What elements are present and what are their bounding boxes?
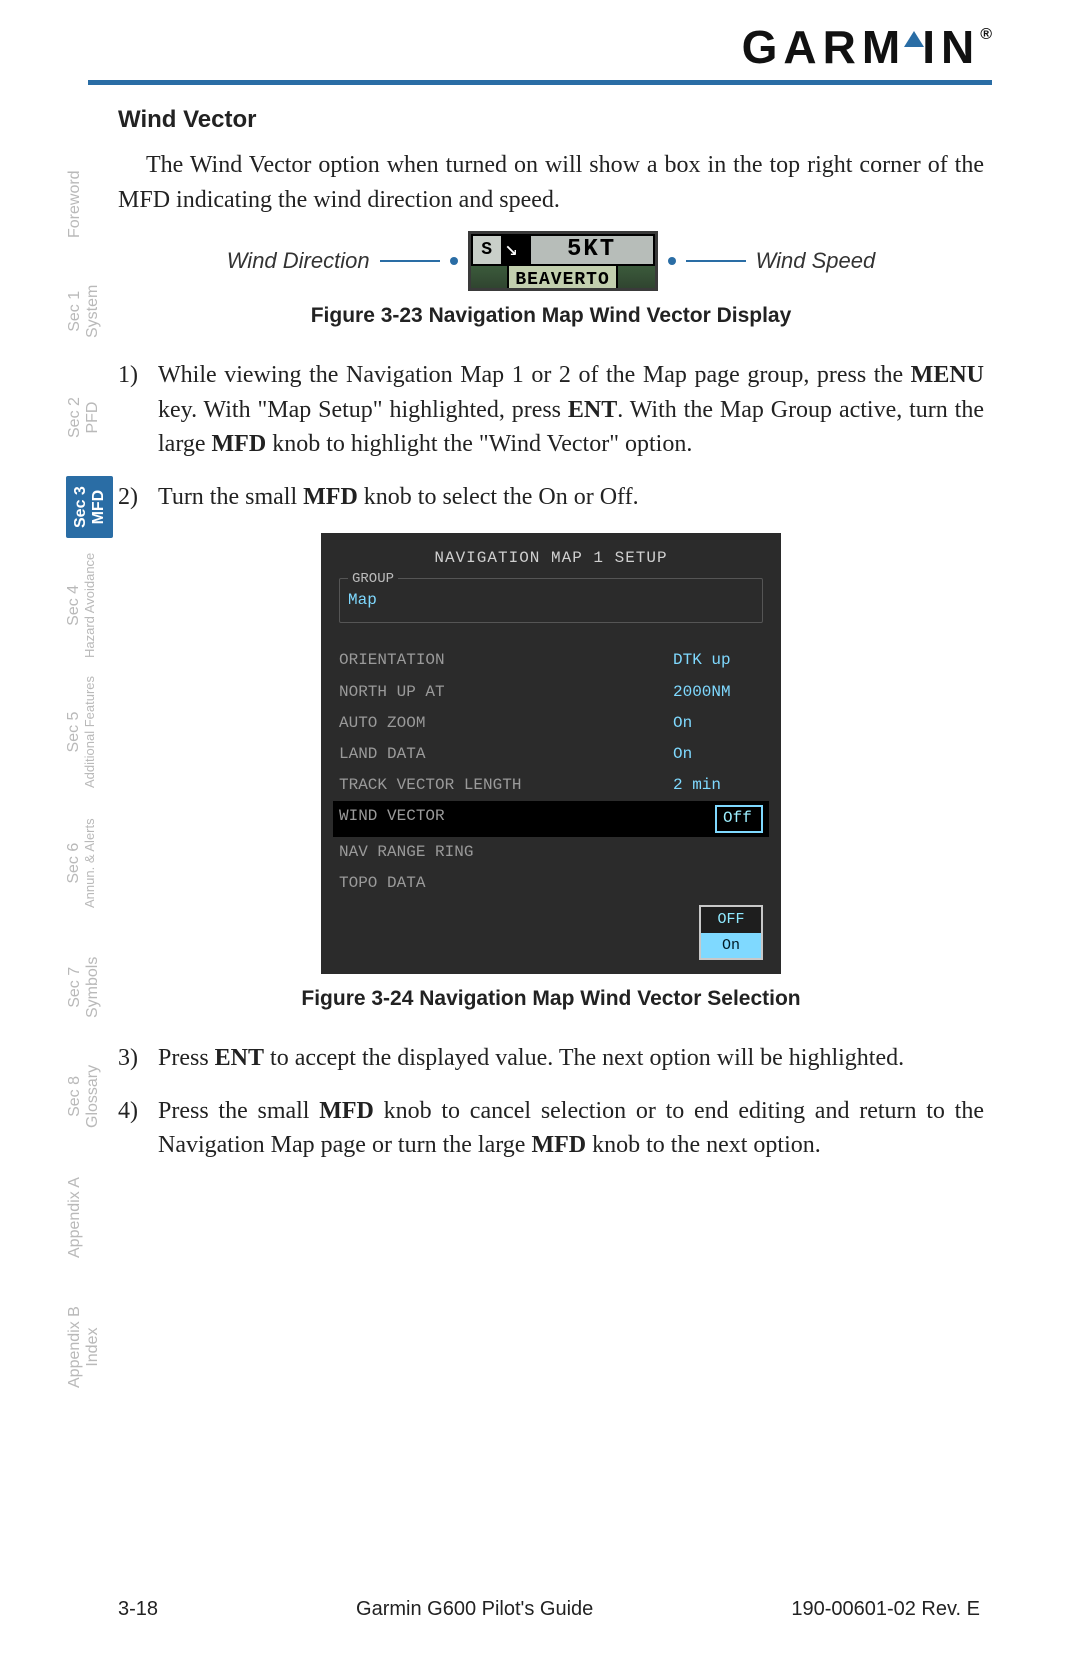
tab-sec2: Sec 2PFD (66, 397, 101, 438)
step-4: 4) Press the small MFD knob to cancel se… (118, 1094, 984, 1164)
figure-3-24-caption: Figure 3-24 Navigation Map Wind Vector S… (118, 984, 984, 1014)
wind-speed-label: Wind Speed (756, 245, 876, 277)
dropdown-option-off: OFF (701, 907, 761, 933)
brand-logo: GARMIN® (742, 20, 992, 74)
step-4-text: Press the small MFD knob to cancel selec… (158, 1094, 984, 1164)
intro-paragraph: The Wind Vector option when turned on wi… (118, 148, 984, 218)
wind-s-box: S (473, 236, 501, 264)
wind-direction-label: Wind Direction (227, 245, 370, 277)
page-header: GARMIN® (0, 0, 1080, 85)
setup-row: LAND DATAOn (339, 739, 763, 770)
footer-doc-title: Garmin G600 Pilot's Guide (356, 1598, 593, 1621)
step-1: 1) While viewing the Navigation Map 1 or… (118, 358, 984, 462)
setup-dropdown: OFF On (699, 905, 763, 961)
setup-row: NAV RANGE RING (339, 837, 763, 868)
wind-arrow-icon: ↘ (503, 234, 531, 266)
step-1-text: While viewing the Navigation Map 1 or 2 … (158, 358, 984, 462)
wind-vector-display: S ↘ 5KT BEAVERTO (468, 231, 658, 291)
header-rule (88, 80, 992, 85)
leader-dot-right (668, 257, 676, 265)
setup-group-value: Map (348, 583, 754, 612)
setup-row: NORTH UP AT2000NM (339, 677, 763, 708)
tab-sec1: Sec 1System (66, 285, 101, 338)
setup-row: TRACK VECTOR LENGTH2 min (339, 770, 763, 801)
dropdown-option-on: On (701, 933, 761, 959)
tab-sec6: Sec 6Annun. & Alerts (66, 818, 96, 908)
tab-sec5: Sec 5Additional Features (66, 676, 96, 788)
garmin-delta-icon (904, 31, 924, 47)
leader-dot-left (450, 257, 458, 265)
setup-row-selected: WIND VECTOROff (333, 801, 769, 836)
step-2-text: Turn the small MFD knob to select the On… (158, 480, 984, 515)
section-heading: Wind Vector (118, 103, 984, 138)
setup-rows: ORIENTATIONDTK up NORTH UP AT2000NM AUTO… (325, 627, 777, 907)
step-1-number: 1) (118, 358, 158, 462)
setup-row: ORIENTATIONDTK up (339, 645, 763, 676)
setup-row: AUTO ZOOMOn (339, 708, 763, 739)
page-footer: 3-18 Garmin G600 Pilot's Guide 190-00601… (0, 1598, 1080, 1621)
figure-3-24-setup-screen: NAVIGATION MAP 1 SETUP GROUP Map ORIENTA… (321, 533, 781, 974)
setup-row: TOPO DATA (339, 868, 763, 899)
step-2: 2) Turn the small MFD knob to select the… (118, 480, 984, 515)
wind-speed-value: 5KT (531, 236, 653, 264)
setup-group-label: GROUP (348, 569, 398, 589)
tab-appendix-a: Appendix A (66, 1177, 84, 1258)
step-2-number: 2) (118, 480, 158, 515)
page-content: Wind Vector The Wind Vector option when … (0, 85, 1080, 1163)
city-label: BEAVERTO (507, 264, 617, 291)
step-3-number: 3) (118, 1041, 158, 1076)
footer-page-number: 3-18 (118, 1598, 158, 1621)
leader-line-left (380, 260, 440, 262)
footer-revision: 190-00601-02 Rev. E (791, 1598, 980, 1621)
tab-sec4: Sec 4Hazard Avoidance (66, 553, 96, 658)
tab-sec7: Sec 7Symbols (66, 957, 101, 1018)
step-4-number: 4) (118, 1094, 158, 1164)
tab-sec3: Sec 3MFD (66, 476, 113, 538)
figure-3-23-caption: Figure 3-23 Navigation Map Wind Vector D… (118, 301, 984, 331)
step-3-text: Press ENT to accept the displayed value.… (158, 1041, 984, 1076)
tab-foreword: Foreword (66, 170, 84, 238)
tab-appendix-b: Appendix BIndex (66, 1306, 101, 1388)
step-3: 3) Press ENT to accept the displayed val… (118, 1041, 984, 1076)
figure-3-23: Wind Direction S ↘ 5KT BEAVERTO Wind Spe… (118, 231, 984, 291)
leader-line-right (686, 260, 746, 262)
setup-group-box: GROUP Map (339, 578, 763, 623)
tab-sec8: Sec 8Glossary (66, 1065, 101, 1128)
